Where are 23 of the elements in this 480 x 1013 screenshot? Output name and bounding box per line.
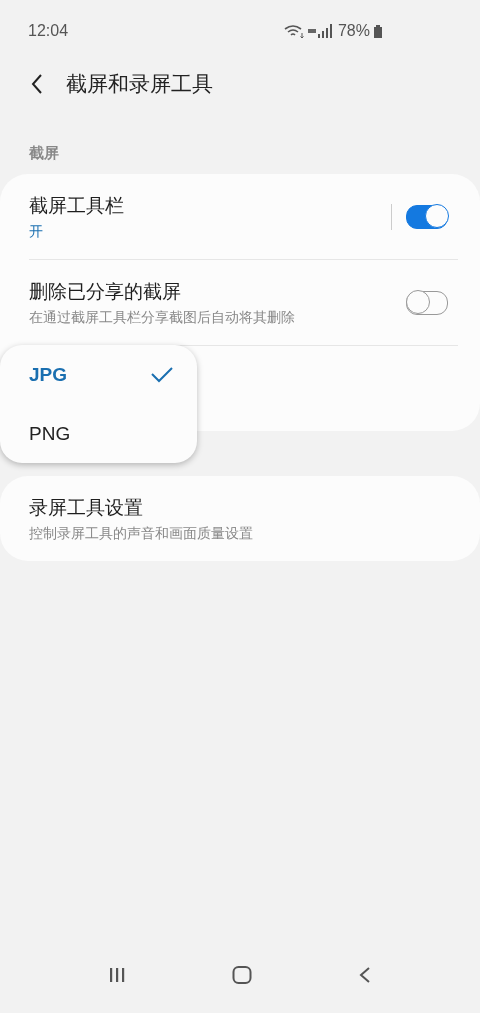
signal-icon [307,24,334,38]
home-icon[interactable] [232,966,252,984]
back-icon[interactable] [30,73,44,95]
menu-item[interactable]: JPG [0,345,197,404]
toggle-switch[interactable] [406,204,448,229]
status-time: 12:04 [28,22,69,40]
setting-title: 删除已分享的截屏 [29,278,181,304]
section-header: 截屏 [28,143,60,164]
recent-apps-icon[interactable] [108,967,126,983]
page-title: 截屏和录屏工具 [66,71,213,98]
check-icon [151,366,173,383]
battery-icon [374,24,382,38]
setting-title: 录屏工具设置 [29,494,143,520]
menu-item[interactable]: PNG [0,404,197,463]
setting-title: 截屏工具栏 [29,192,124,218]
toggle-switch[interactable] [406,290,448,315]
wifi-icon [283,24,304,38]
setting-item[interactable]: 录屏工具设置 控制录屏工具的声音和画面质量设置 [0,476,480,561]
setting-description: 在通过截屏工具栏分享截图后自动将其删除 [29,308,295,327]
back-icon[interactable] [358,966,372,984]
battery-level: 78% [337,22,370,40]
setting-description: 控制录屏工具的声音和画面质量设置 [29,524,253,543]
setting-description: 开 [29,222,43,241]
